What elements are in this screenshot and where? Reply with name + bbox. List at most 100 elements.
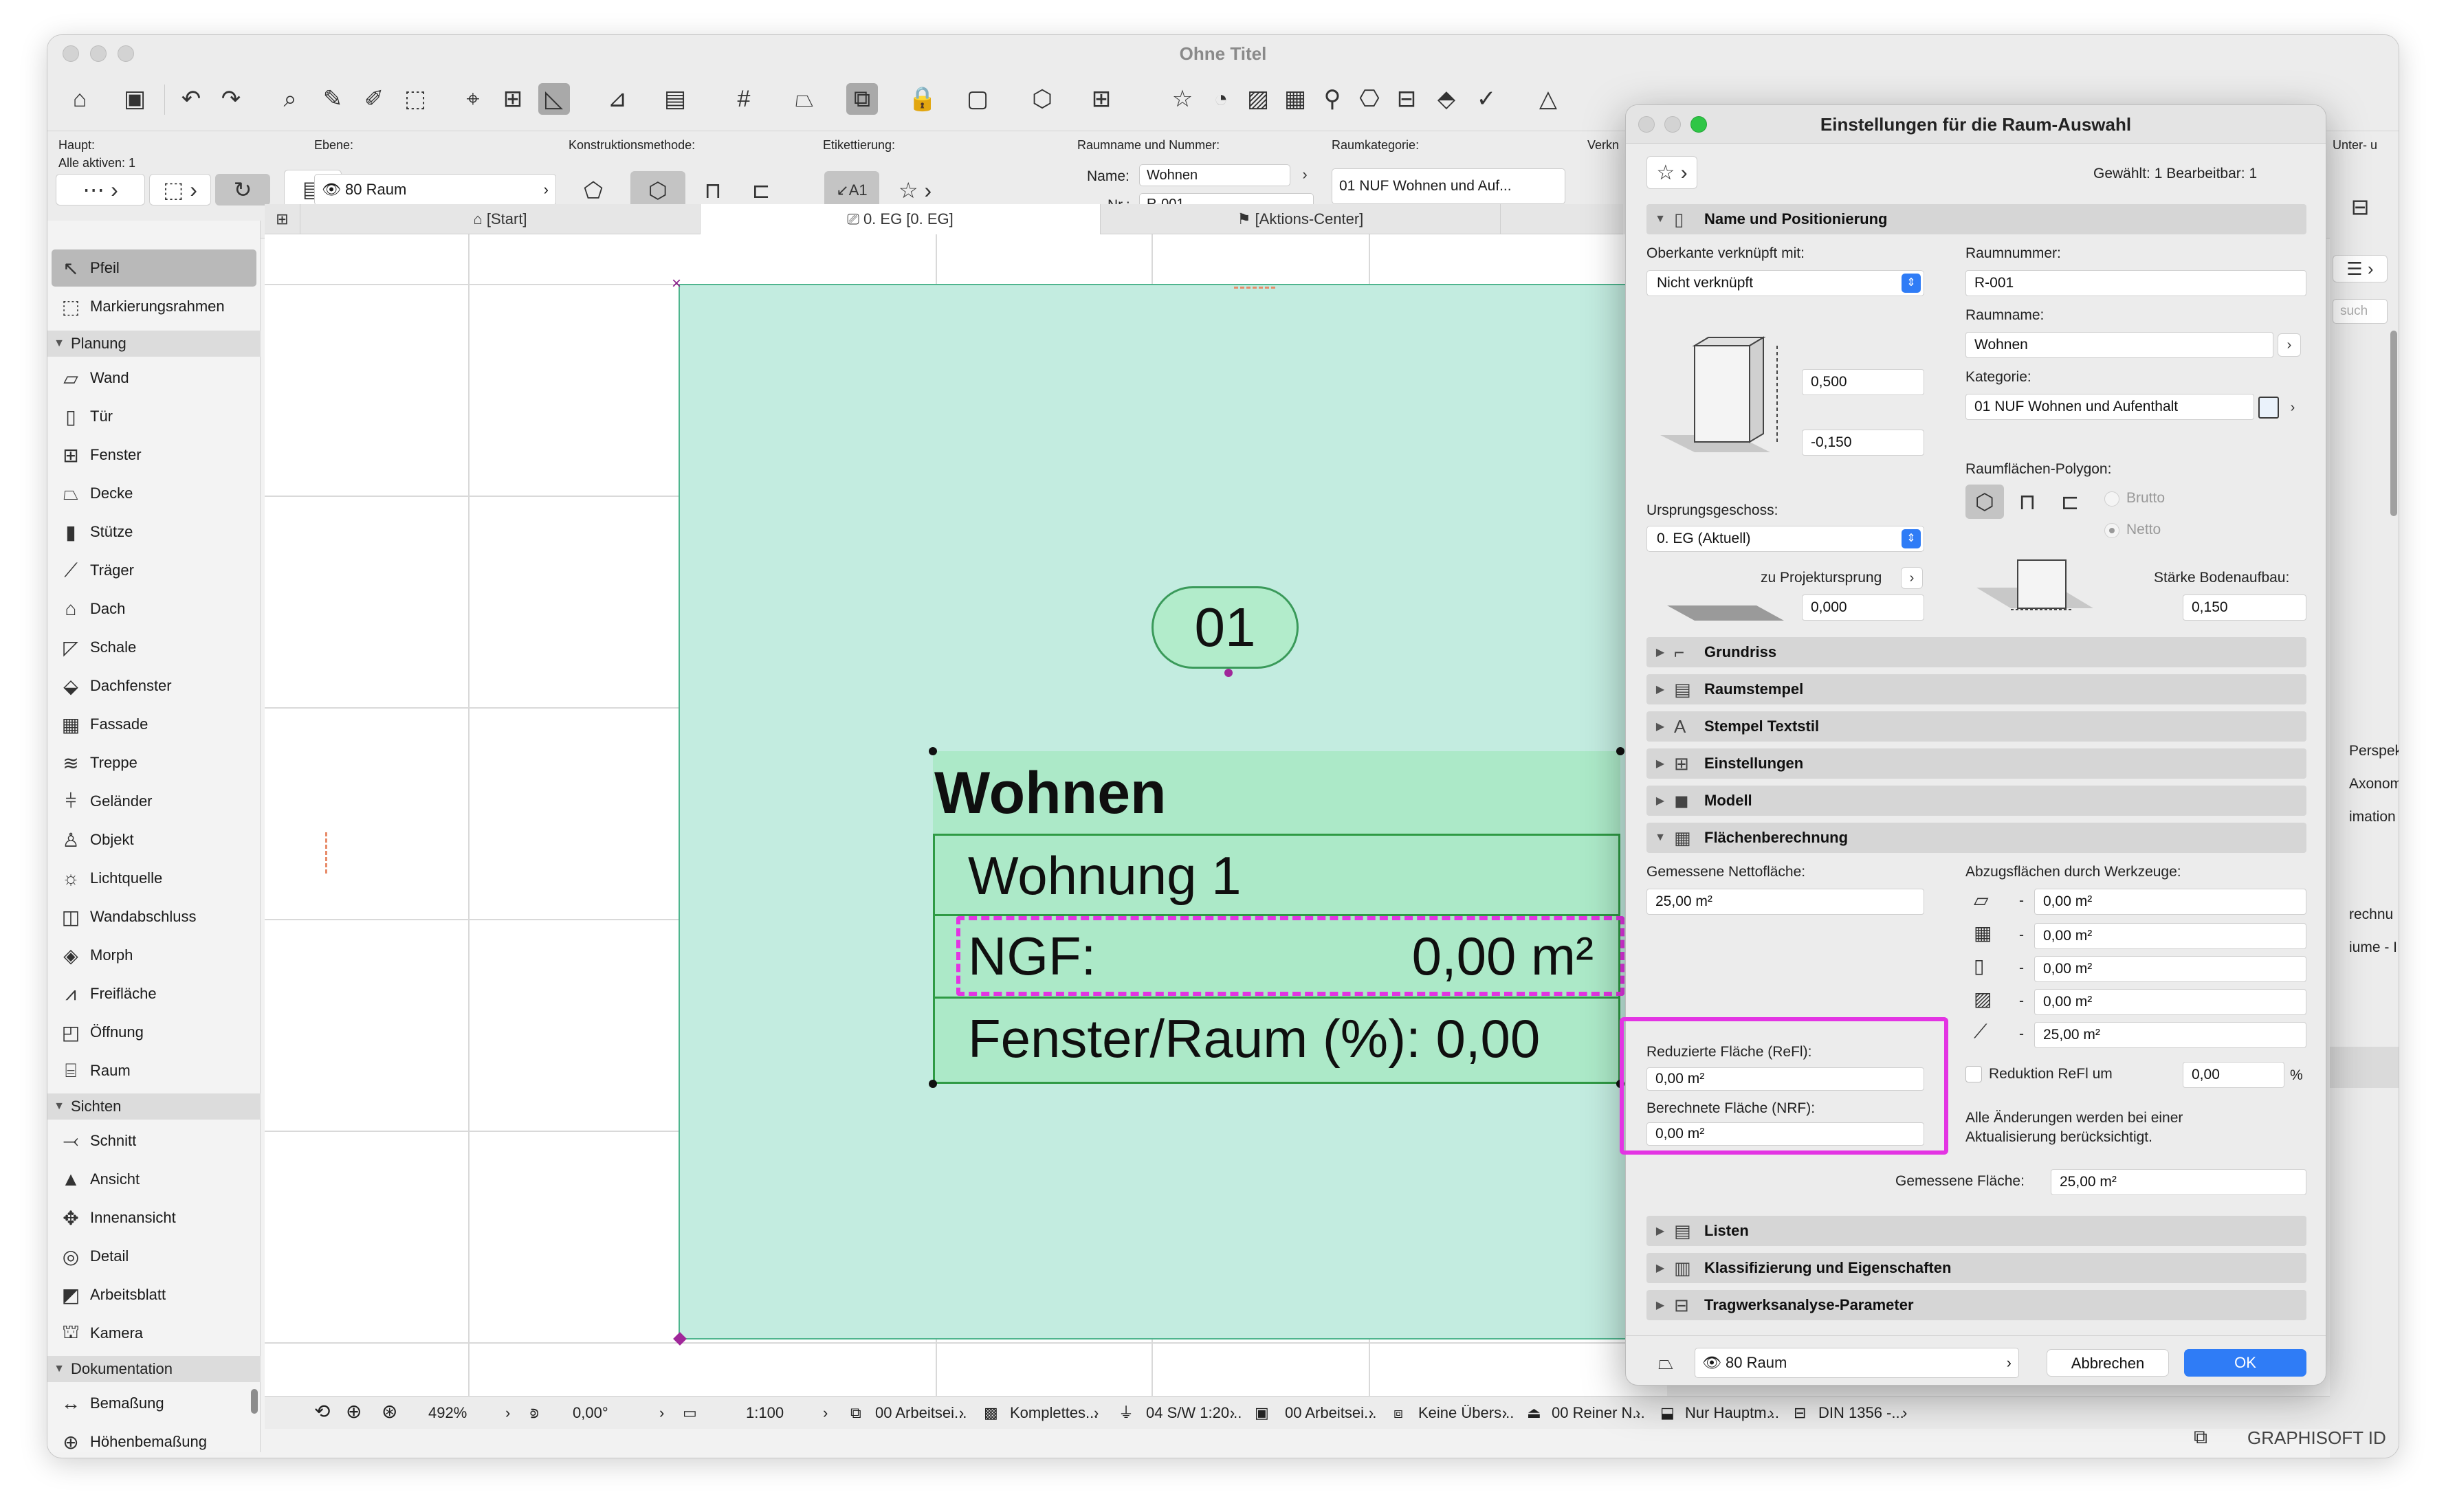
- stamp-handle[interactable]: [929, 1080, 937, 1088]
- tab-action-center[interactable]: ⚑ [Aktions-Center]: [1101, 204, 1501, 234]
- pen-set-value[interactable]: Komplettes...: [1010, 1397, 1098, 1430]
- stamp-handle[interactable]: [1616, 747, 1624, 755]
- grid-icon[interactable]: #: [728, 83, 760, 115]
- polygon-rect-icon[interactable]: ⊓: [2008, 485, 2047, 519]
- lock-icon[interactable]: 🔒: [907, 83, 938, 115]
- find-select-icon[interactable]: ⌕: [274, 83, 306, 115]
- tool-treppe[interactable]: ≋ Treppe: [52, 744, 256, 781]
- zoom-chevron[interactable]: ›: [505, 1397, 510, 1430]
- shape-icon[interactable]: △: [1532, 83, 1564, 115]
- standard-chevron[interactable]: ›: [1902, 1397, 1907, 1430]
- netto-radio[interactable]: [2104, 523, 2119, 538]
- section-dokumentation[interactable]: ▼ Dokumentation: [47, 1356, 261, 1382]
- pen-set-chevron[interactable]: ›: [1094, 1397, 1099, 1430]
- zoom-value[interactable]: 492%: [428, 1397, 467, 1430]
- layer-select[interactable]: 👁 80 Raum ›: [314, 174, 556, 205]
- section-einstellungen[interactable]: ▶ ⊞ Einstellungen: [1646, 748, 2306, 779]
- tool-gelaender[interactable]: ⫩ Geländer: [52, 783, 256, 820]
- tool-ansicht[interactable]: ▲ Ansicht: [52, 1161, 256, 1198]
- marquee-method-button[interactable]: ⬚ ›: [149, 174, 211, 205]
- section-grundriss[interactable]: ▶ ⌐ Grundriss: [1646, 637, 2306, 667]
- section-flaechenberechnung[interactable]: ▼ ▦ Flächenberechnung: [1646, 823, 2306, 853]
- layer-combination-chevron[interactable]: ›: [959, 1397, 964, 1430]
- layer-settings-icon[interactable]: ⏢: [1646, 1348, 1685, 1378]
- section-planung[interactable]: ▼ Planung: [47, 331, 261, 357]
- palette-scrollbar[interactable]: [251, 1389, 258, 1414]
- kategorie-field[interactable]: 01 NUF Wohnen und Aufenthalt: [1965, 394, 2254, 420]
- floor-plan-canvas[interactable]: × 01 Wohnen Wohnung 1 NGF: 0,00 m² Fenste…: [265, 234, 1667, 1396]
- zone-number-badge[interactable]: 01: [1152, 586, 1299, 669]
- nav-iume[interactable]: iume - I: [2349, 940, 2397, 956]
- check-icon[interactable]: ✓: [1470, 83, 1502, 115]
- layer-combination-value[interactable]: 00 Arbeitsei...: [875, 1397, 967, 1430]
- picture-icon[interactable]: ▨: [1242, 83, 1274, 115]
- zoom-in-icon[interactable]: ⊕: [346, 1395, 362, 1428]
- polygon-auto-icon[interactable]: ⬡: [1965, 485, 2004, 519]
- 3d-view-icon[interactable]: ⬡: [1026, 83, 1058, 115]
- selection-method-button[interactable]: ⋯ ›: [56, 174, 145, 205]
- zoom-out-icon[interactable]: ⟲: [314, 1395, 330, 1428]
- standard-value[interactable]: DIN 1356 -...: [1818, 1397, 1904, 1430]
- override-chevron[interactable]: ›: [1369, 1397, 1374, 1430]
- ok-button[interactable]: OK: [2184, 1349, 2306, 1377]
- structure-value[interactable]: 00 Reiner N...: [1552, 1397, 1645, 1430]
- kategorie-chevron[interactable]: ›: [2282, 395, 2304, 420]
- teamwork-icon[interactable]: ⎔: [1354, 83, 1385, 115]
- tag-icon[interactable]: ⬘: [1431, 83, 1462, 115]
- favorites-icon[interactable]: ☆: [1167, 83, 1198, 115]
- section-sichten[interactable]: ▼ Sichten: [47, 1093, 261, 1120]
- home-icon[interactable]: ⌂: [64, 83, 96, 115]
- panel-menu-icon[interactable]: ☰ ›: [2333, 255, 2388, 282]
- renovation-chevron[interactable]: ›: [1502, 1397, 1507, 1430]
- dimension-chevron[interactable]: ›: [1769, 1397, 1774, 1430]
- tool-oeffnung[interactable]: ◰ Öffnung: [52, 1014, 256, 1051]
- nav-persp[interactable]: Perspek: [2349, 743, 2399, 759]
- windows-icon[interactable]: ⧉: [2194, 1426, 2207, 1449]
- renovation-value[interactable]: Keine Übers...: [1418, 1397, 1514, 1430]
- navigator-options-icon[interactable]: ⊟: [2333, 186, 2388, 227]
- tool-schale[interactable]: ◸ Schale: [52, 629, 256, 666]
- inject-icon[interactable]: ✐: [358, 83, 390, 115]
- pick-up-icon[interactable]: ✎: [317, 83, 349, 115]
- staerke-field[interactable]: 0,150: [2183, 594, 2306, 621]
- angle-chevron[interactable]: ›: [659, 1397, 664, 1430]
- tool-schnitt[interactable]: ⤙ Schnitt: [52, 1122, 256, 1159]
- tool-traeger[interactable]: ⟋ Träger: [52, 552, 256, 589]
- section-tragwerk[interactable]: ▶ ⊟ Tragwerksanalyse-Parameter: [1646, 1290, 2306, 1320]
- section-klassifizierung[interactable]: ▶ ▥ Klassifizierung und Eigenschaften: [1646, 1253, 2306, 1283]
- structure-chevron[interactable]: ›: [1635, 1397, 1640, 1430]
- model-view-value[interactable]: 04 S/W 1:20...: [1146, 1397, 1242, 1430]
- tool-freiflaeche[interactable]: ⩘ Freifläche: [52, 975, 256, 1012]
- tool-detail[interactable]: ◎ Detail: [52, 1238, 256, 1275]
- cancel-button[interactable]: Abbrechen: [2047, 1349, 2169, 1377]
- render-icon[interactable]: ◔: [1205, 83, 1237, 115]
- nav-axon[interactable]: Axonom: [2349, 776, 2399, 792]
- kategorie-color-swatch[interactable]: [2258, 397, 2279, 419]
- dialog-layer-select[interactable]: 👁 80 Raum ›: [1695, 1348, 2019, 1378]
- height-bottom-field[interactable]: -0,150: [1802, 430, 1924, 456]
- tool-kamera[interactable]: ⛫ Kamera: [52, 1315, 256, 1352]
- favorites-star-button[interactable]: ☆ ›: [1646, 156, 1697, 189]
- kategorie-select[interactable]: 01 NUF Wohnen und Auf...: [1332, 168, 1565, 204]
- tool-bemassung[interactable]: ↔ Bemaßung: [52, 1385, 256, 1422]
- nav-imation[interactable]: imation: [2349, 809, 2396, 825]
- tool-wand[interactable]: ▱ Wand: [52, 359, 256, 397]
- suspend-groups-icon[interactable]: ▢: [962, 83, 993, 115]
- name-field[interactable]: Wohnen: [1139, 164, 1290, 186]
- undo-icon[interactable]: ↶: [175, 83, 207, 115]
- editing-plane-icon[interactable]: ⏢: [789, 83, 820, 115]
- model-view-chevron[interactable]: ›: [1230, 1397, 1235, 1430]
- redo-icon[interactable]: ↷: [215, 83, 247, 115]
- tool-lichtquelle[interactable]: ☼ Lichtquelle: [52, 860, 256, 897]
- graphisoft-id[interactable]: GRAPHISOFT ID: [2247, 1427, 2386, 1449]
- guide-lines-icon[interactable]: ◺: [538, 83, 570, 115]
- nav-rechnu[interactable]: rechnu: [2349, 907, 2393, 923]
- tool-tuer[interactable]: ▯ Tür: [52, 398, 256, 435]
- navigator-scrollbar[interactable]: [2390, 331, 2397, 516]
- zone-corner-marker[interactable]: ×: [672, 276, 681, 292]
- scale-chevron[interactable]: ›: [823, 1397, 828, 1430]
- measure-icon[interactable]: ⊞: [497, 83, 529, 115]
- layer-combo-icon[interactable]: ▤: [659, 83, 691, 115]
- polygon-inner-icon[interactable]: ⊏: [2051, 485, 2089, 519]
- name-chevron[interactable]: ›: [1293, 163, 1316, 186]
